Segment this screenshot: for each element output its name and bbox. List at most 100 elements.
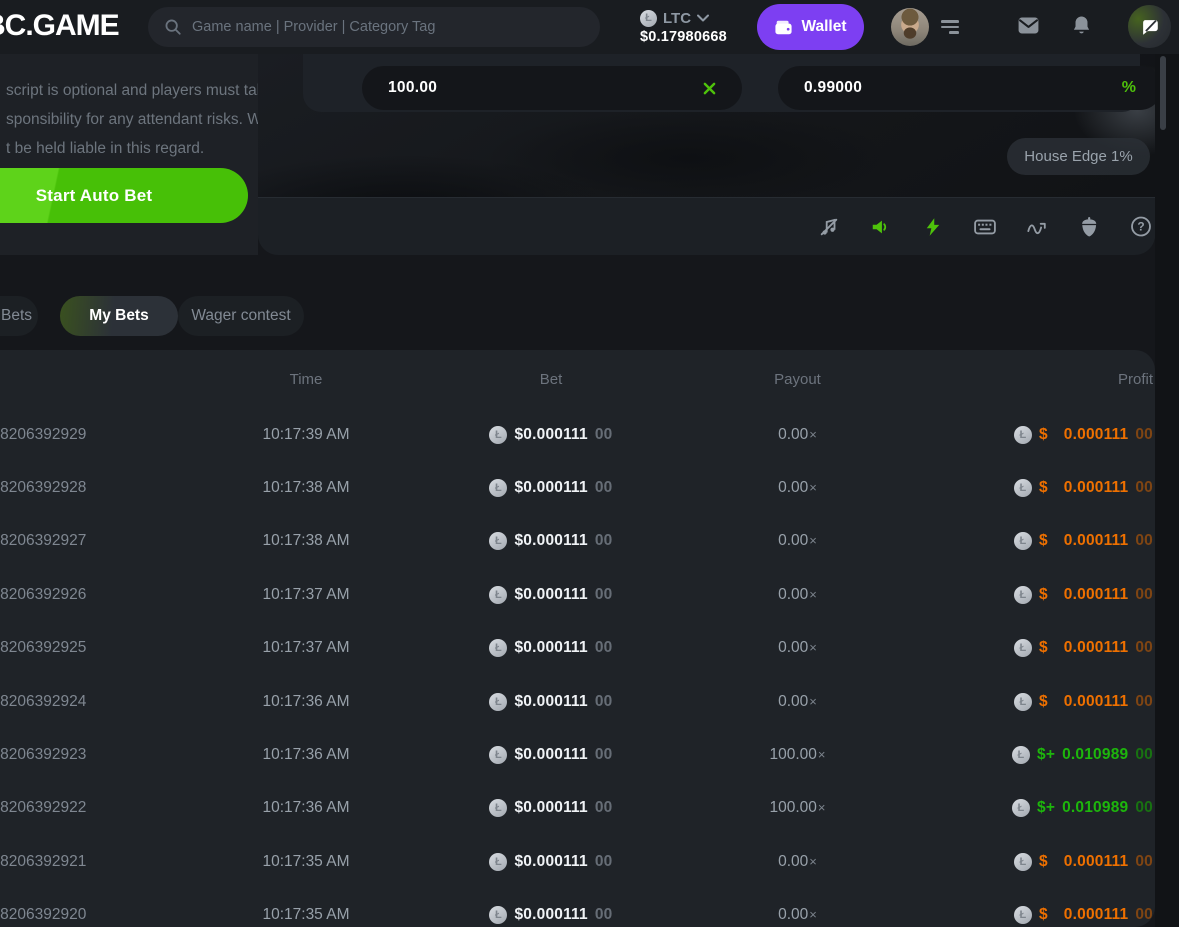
bet-payout: 0.00×	[665, 639, 930, 657]
ltc-coin-icon: Ł	[1012, 799, 1030, 817]
house-edge-badge: House Edge 1%	[1007, 138, 1150, 175]
wallet-button[interactable]: Wallet	[757, 4, 864, 50]
mail-icon[interactable]	[1018, 17, 1039, 34]
bell-icon[interactable]	[1072, 15, 1091, 36]
avatar[interactable]	[891, 8, 929, 46]
ltc-coin-icon: Ł	[1014, 906, 1032, 924]
table-row[interactable]: -8206392920 10:17:35 AM Ł$0.00011100 0.0…	[0, 889, 1155, 927]
tab-my-bets[interactable]: My Bets	[60, 296, 178, 336]
ltc-coin-icon: Ł	[1014, 479, 1032, 497]
bet-controls-panel: %	[303, 54, 1140, 112]
seed-icon[interactable]	[1078, 216, 1100, 238]
ltc-coin-icon: Ł	[640, 10, 657, 27]
bet-amount: Ł$0.00011100	[437, 639, 665, 657]
bet-payout: 0.00×	[665, 853, 930, 871]
bet-profit: Ł$0.00011100	[930, 693, 1155, 711]
tab-all-bets[interactable]: Bets	[0, 296, 38, 336]
turbo-bolt-icon[interactable]	[922, 216, 944, 238]
top-bar: BC.GAME Ł LTC $0.17980668 Wallet	[0, 0, 1179, 54]
header-profit: Profit	[930, 371, 1155, 388]
bet-id: -8206392926	[0, 586, 175, 604]
table-row[interactable]: -8206392921 10:17:35 AM Ł$0.00011100 0.0…	[0, 835, 1155, 888]
bet-id: -8206392927	[0, 532, 175, 550]
bet-amount: Ł$0.00011100	[437, 746, 665, 764]
keyboard-icon[interactable]	[974, 216, 996, 238]
bet-payout: 0.00×	[665, 479, 930, 497]
bet-id: -8206392924	[0, 693, 175, 711]
autobet-sidebar: script is optional and players must take…	[0, 54, 258, 255]
chat-icon[interactable]	[1128, 5, 1171, 48]
search-bar[interactable]	[148, 7, 600, 47]
table-row[interactable]: -8206392925 10:17:37 AM Ł$0.00011100 0.0…	[0, 622, 1155, 675]
payout-input[interactable]	[804, 79, 1122, 97]
start-auto-bet-label: Start Auto Bet	[36, 186, 152, 206]
bet-payout: 0.00×	[665, 532, 930, 550]
table-row[interactable]: -8206392926 10:17:37 AM Ł$0.00011100 0.0…	[0, 568, 1155, 621]
search-input[interactable]	[192, 19, 572, 35]
ltc-coin-icon: Ł	[1012, 746, 1030, 764]
bet-profit: Ł$0.00011100	[930, 532, 1155, 550]
start-auto-bet-button[interactable]: Start Auto Bet	[0, 168, 248, 223]
music-off-icon[interactable]	[818, 216, 840, 238]
bet-time: 10:17:38 AM	[175, 479, 437, 497]
ltc-coin-icon: Ł	[489, 532, 507, 550]
bet-profit: Ł$+0.01098900	[930, 746, 1155, 764]
bet-id: -8206392923	[0, 746, 175, 764]
sound-icon[interactable]	[870, 216, 892, 238]
ltc-coin-icon: Ł	[489, 586, 507, 604]
table-row[interactable]: -8206392929 10:17:39 AM Ł$0.00011100 0.0…	[0, 408, 1155, 461]
bet-time: 10:17:37 AM	[175, 586, 437, 604]
multiplier-icon[interactable]	[703, 82, 716, 95]
trends-icon[interactable]	[1026, 216, 1048, 238]
bet-payout: 100.00×	[665, 799, 930, 817]
bet-id: -8206392929	[0, 426, 175, 444]
site-logo[interactable]: BC.GAME	[0, 9, 119, 43]
bet-id: -8206392920	[0, 906, 175, 924]
percent-icon[interactable]: %	[1122, 79, 1136, 97]
bet-amount: Ł$0.00011100	[437, 853, 665, 871]
table-row[interactable]: -8206392922 10:17:36 AM Ł$0.00011100 100…	[0, 782, 1155, 835]
bet-id: -8206392921	[0, 853, 175, 871]
wallet-balance: $0.17980668	[640, 29, 750, 45]
bet-amount-input[interactable]	[388, 79, 703, 97]
ltc-coin-icon: Ł	[1014, 639, 1032, 657]
bet-time: 10:17:36 AM	[175, 693, 437, 711]
ltc-coin-icon: Ł	[1014, 586, 1032, 604]
ltc-coin-icon: Ł	[1014, 426, 1032, 444]
ltc-coin-icon: Ł	[489, 426, 507, 444]
bet-payout: 0.00×	[665, 906, 930, 924]
bet-id: -8206392928	[0, 479, 175, 497]
bet-amount: Ł$0.00011100	[437, 693, 665, 711]
table-row[interactable]: -8206392924 10:17:36 AM Ł$0.00011100 0.0…	[0, 675, 1155, 728]
header-time: Time	[175, 371, 437, 388]
bet-time: 10:17:38 AM	[175, 532, 437, 550]
ltc-coin-icon: Ł	[489, 853, 507, 871]
bet-amount: Ł$0.00011100	[437, 426, 665, 444]
bet-payout: 0.00×	[665, 426, 930, 444]
bet-time: 10:17:35 AM	[175, 853, 437, 871]
wallet-icon	[774, 19, 793, 36]
bet-amount: Ł$0.00011100	[437, 906, 665, 924]
bet-amount-field[interactable]	[362, 66, 742, 110]
bet-time: 10:17:35 AM	[175, 906, 437, 924]
ltc-coin-icon: Ł	[1014, 532, 1032, 550]
bet-amount: Ł$0.00011100	[437, 586, 665, 604]
tab-wager-contest[interactable]: Wager contest	[178, 296, 304, 336]
bet-amount: Ł$0.00011100	[437, 532, 665, 550]
scrollbar-thumb[interactable]	[1160, 56, 1166, 130]
bet-profit: Ł$0.00011100	[930, 853, 1155, 871]
table-row[interactable]: -8206392923 10:17:36 AM Ł$0.00011100 100…	[0, 728, 1155, 781]
help-icon[interactable]: ?	[1130, 216, 1152, 238]
ltc-coin-icon: Ł	[489, 906, 507, 924]
bet-time: 10:17:36 AM	[175, 799, 437, 817]
table-row[interactable]: -8206392927 10:17:38 AM Ł$0.00011100 0.0…	[0, 515, 1155, 568]
chevron-down-icon	[697, 14, 709, 22]
payout-field[interactable]: %	[778, 66, 1155, 110]
table-row[interactable]: -8206392928 10:17:38 AM Ł$0.00011100 0.0…	[0, 461, 1155, 514]
currency-selector[interactable]: Ł LTC $0.17980668	[628, 3, 750, 51]
table-header-row: Time Bet Payout Profit	[0, 350, 1155, 408]
menu-icon[interactable]	[941, 20, 959, 34]
bet-payout: 0.00×	[665, 693, 930, 711]
bet-amount: Ł$0.00011100	[437, 479, 665, 497]
bet-id: -8206392922	[0, 799, 175, 817]
